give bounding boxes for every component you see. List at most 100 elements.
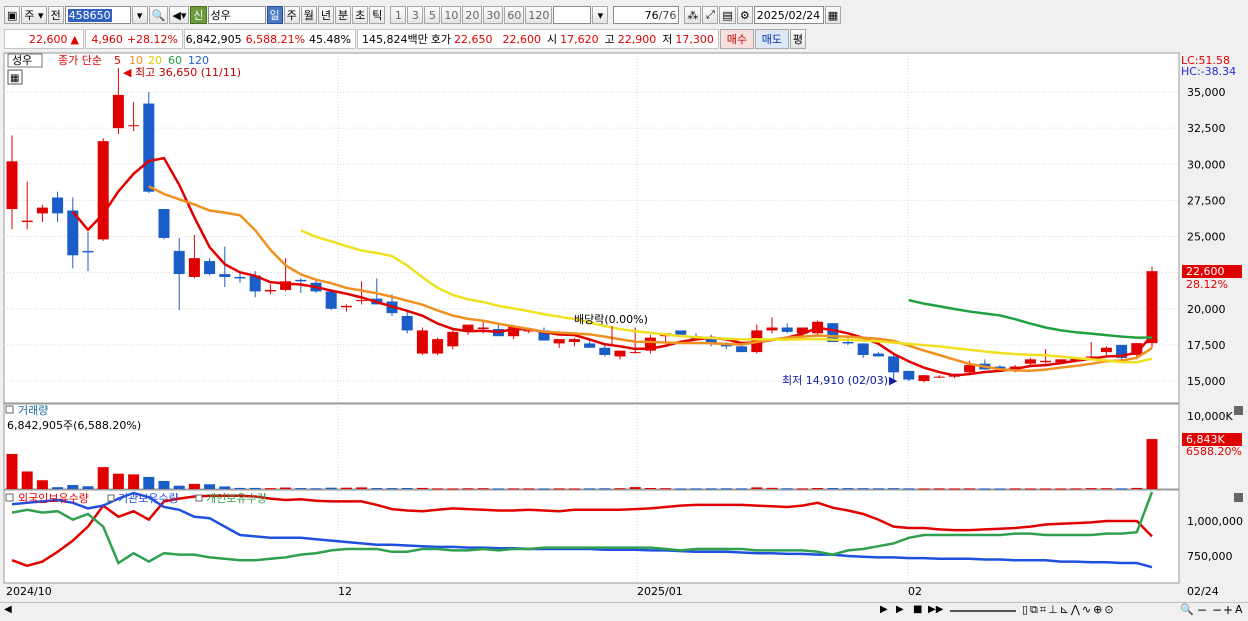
price-panel [3,52,1180,404]
tab-tick[interactable]: 틱 [369,6,386,24]
volume-bar [295,488,307,490]
stock-name-tag: 성우 [12,54,32,67]
x-label-02: 02 [908,585,922,598]
avg-button[interactable]: 평 [789,29,806,49]
volume-bar [97,467,109,489]
zoom-slider[interactable] [950,610,1016,612]
zoom-in-icon[interactable]: + [1223,603,1233,617]
tab-year[interactable]: 년 [317,6,334,24]
buy-button[interactable]: 매수 [719,29,754,49]
tab-minute[interactable]: 분 [335,6,352,24]
minute-5[interactable]: 5 [424,6,441,24]
count-field[interactable]: 76/76 [613,6,680,24]
y-tick-label: 32,500 [1187,122,1226,135]
scroll-right-icon[interactable]: ▶ [880,604,888,615]
sell-button[interactable]: 매도 [754,29,789,49]
volume-bar [675,488,687,490]
tab-week[interactable]: 주 [283,6,300,24]
holdings-panel-toggle[interactable] [5,493,14,502]
volume-bar [568,488,580,490]
minute-20[interactable]: 20 [462,6,483,24]
volume-bar [538,488,550,490]
price-box: 22,600 ▲ [4,29,84,49]
stop-icon[interactable]: ■ [913,604,922,615]
interval-select[interactable] [553,6,592,24]
legend-institution: 기관보유수량 [118,492,179,505]
x-label-12: 12 [338,585,352,598]
candle-body [584,343,596,348]
gear-icon[interactable]: ⚙ [736,6,753,24]
tab-second[interactable]: 초 [352,6,369,24]
candle-body [158,209,170,238]
drawing-tools-icon[interactable]: ▯⧉⌗⊥⊾⋀∿⊕⊙ [1022,603,1116,617]
volume-bar [644,487,656,489]
bid-price: 22,600 [502,32,541,46]
zoom-search-icon[interactable]: 🔍 [1180,603,1194,616]
volume-bar [188,483,200,489]
volume-panel-title: 거래량 [18,404,48,417]
volume-bar [310,488,322,490]
link-icon[interactable]: ⁂ [684,6,702,24]
candle-body [97,141,109,240]
market-select[interactable]: 주 ▾ [21,6,47,24]
play-icon[interactable]: ▶ [896,604,904,615]
y-tick-label: 30,000 [1187,158,1226,171]
tab-day[interactable]: 일 [266,6,283,24]
font-size-icon[interactable]: A [1235,603,1243,616]
stock-code-input[interactable]: 458650 [64,6,131,24]
minute-3[interactable]: 3 [407,6,424,24]
calendar-icon[interactable]: ▦ [824,6,842,24]
volume-bar [1085,488,1097,490]
scroll-left-icon[interactable]: ◀ [4,604,12,615]
candle-body [112,94,124,129]
tab-month[interactable]: 월 [300,6,317,24]
minute-1[interactable]: 1 [390,6,407,24]
fast-forward-icon[interactable]: ▶▶ [928,604,943,615]
x-label-2024-10: 2024/10 [6,585,52,598]
holdings-close-icon[interactable] [1234,493,1243,502]
low-arrow-icon: ▶ [889,374,898,387]
volume-bar [1116,488,1128,490]
market-label: 주 [24,9,35,22]
volume-info: 6,842,905주(6,588.20%) [7,419,141,432]
dividend-annotation: 배당락(0.00%) [574,313,648,326]
credit-badge: 신 [190,6,207,24]
stock-chart[interactable]: 35,00032,50030,00027,50025,00022,50020,0… [0,52,1248,602]
horizontal-scrollbar[interactable]: ◀ ▶ ▶ ■ ▶▶ ▯⧉⌗⊥⊾⋀∿⊕⊙ 🔍 − − + A [0,602,1248,620]
volume-bar [82,486,94,489]
interval-dropdown-icon[interactable]: ▾ [592,6,609,24]
code-dropdown-icon[interactable]: ▾ [131,6,148,24]
volume-close-icon[interactable] [1234,406,1243,415]
candle-body [599,347,611,355]
candle-body [675,330,687,335]
low-label: 저 [662,33,673,46]
cursor-icon[interactable]: ⤢ [702,6,719,24]
minute-120[interactable]: 120 [525,6,553,24]
minute-30[interactable]: 30 [483,6,504,24]
minute-10[interactable]: 10 [441,6,462,24]
date-field[interactable]: 2025/02/24 [753,6,824,24]
volume-ratio: 6,588.21% [245,32,306,46]
window-menu-icon[interactable]: ▣ [4,6,21,24]
save-icon[interactable]: ▤ [719,6,736,24]
volume-panel-toggle[interactable] [5,405,14,414]
volume-bar [1070,488,1082,490]
candle-body [842,341,854,344]
stock-name-field[interactable]: 성우 [207,6,266,24]
zoom-out-icon[interactable]: − [1197,603,1207,617]
high-price: 22,900 [617,32,657,46]
speaker-icon[interactable]: ◀▾ [169,6,190,24]
minus-icon[interactable]: − [1212,603,1222,617]
minute-60[interactable]: 60 [504,6,525,24]
ma-legend-prefix: 종가 단순 [58,54,102,67]
all-button[interactable]: 전 [47,6,64,24]
search-icon[interactable]: 🔍 [148,6,169,24]
high-label: 고 [604,33,615,46]
candle-body [477,327,489,329]
candle-body [1040,360,1052,363]
volume-bar [1055,488,1067,490]
volume-bar [1009,488,1021,490]
y-tick-label: 25,000 [1187,231,1226,244]
volume-bar [52,487,64,489]
volume-bar [629,487,641,489]
